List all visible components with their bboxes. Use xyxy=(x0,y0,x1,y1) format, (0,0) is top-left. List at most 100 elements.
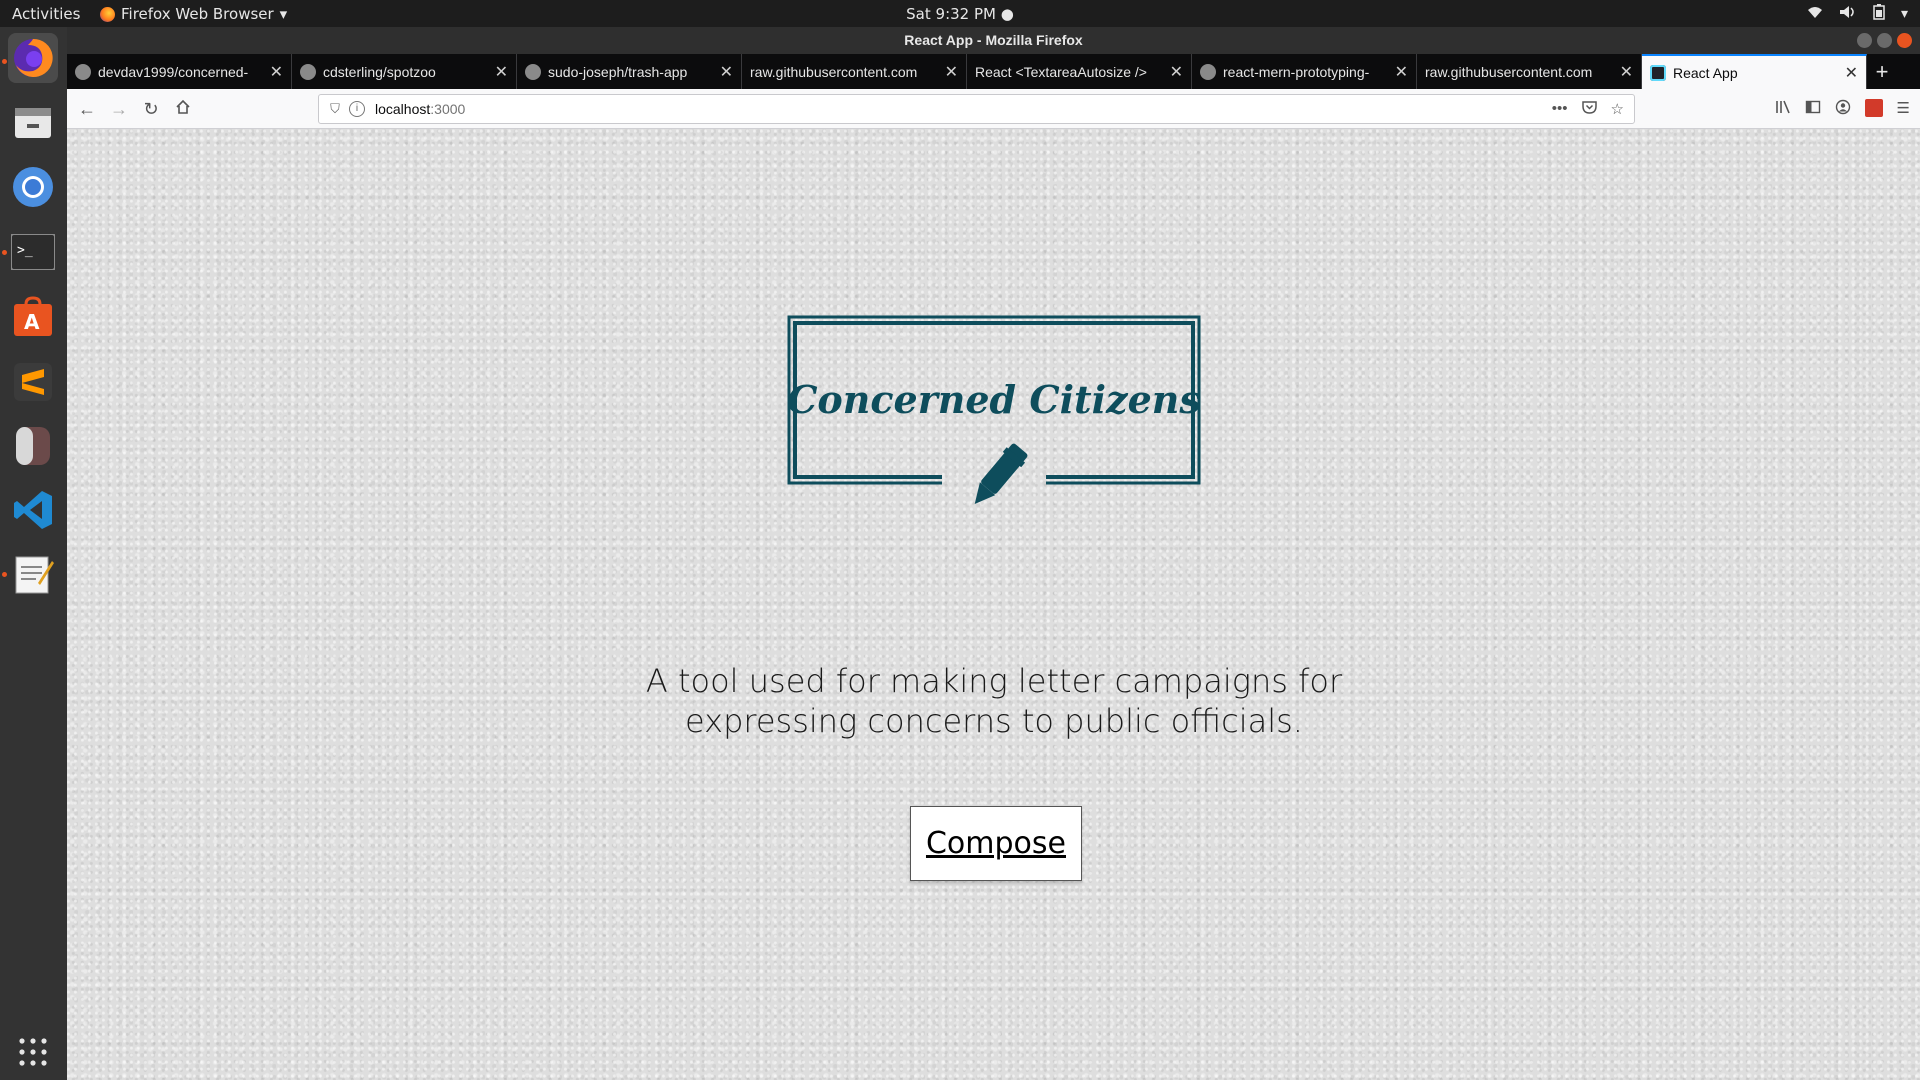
home-icon xyxy=(176,99,190,114)
tab-raw-github-1[interactable]: raw.githubusercontent.com ✕ xyxy=(742,54,967,89)
dock-software-center[interactable]: A xyxy=(8,292,58,342)
gnome-top-bar: Activities Firefox Web Browser ▾ Sat 9:3… xyxy=(0,0,1920,27)
site-info-icon[interactable]: i xyxy=(349,101,365,117)
app-menu-label: Firefox Web Browser xyxy=(121,5,274,23)
tab-trash-app[interactable]: sudo-joseph/trash-app ✕ xyxy=(517,54,742,89)
extension-icon[interactable] xyxy=(1864,99,1883,117)
dock-text-editor[interactable] xyxy=(8,549,58,599)
dock-show-apps[interactable] xyxy=(8,1027,58,1077)
forward-button[interactable]: → xyxy=(107,97,131,121)
github-icon xyxy=(525,63,541,80)
wifi-icon xyxy=(1807,5,1823,23)
tab-devdav1999[interactable]: devdav1999/concerned- ✕ xyxy=(67,54,292,89)
bookmark-star-icon[interactable]: ☆ xyxy=(1611,100,1624,118)
minimize-icon[interactable] xyxy=(1857,33,1872,48)
github-icon xyxy=(300,63,316,80)
dock-sublime-text[interactable] xyxy=(8,357,58,407)
firefox-icon xyxy=(14,38,53,77)
close-window-icon[interactable] xyxy=(1897,33,1912,48)
reload-button[interactable]: ↻ xyxy=(139,97,163,121)
account-icon[interactable] xyxy=(1835,99,1851,119)
github-icon xyxy=(1200,63,1216,80)
tab-raw-github-2[interactable]: raw.githubusercontent.com ✕ xyxy=(1417,54,1642,89)
logo-text: Concerned Citizens xyxy=(787,377,1201,422)
tab-close-icon[interactable]: ✕ xyxy=(495,62,508,82)
react-icon xyxy=(1650,64,1666,81)
url-bar[interactable]: ⛉ i localhost:3000 ••• ☆ xyxy=(318,94,1635,124)
plus-icon: + xyxy=(1875,58,1889,84)
tab-label: cdsterling/spotzoo xyxy=(323,63,436,80)
tab-close-icon[interactable]: ✕ xyxy=(1845,63,1858,83)
library-icon[interactable] xyxy=(1775,99,1791,119)
window-title: React App - Mozilla Firefox xyxy=(904,32,1083,48)
tab-textarea-autosize[interactable]: React <TextareaAutosize /> ✕ xyxy=(967,54,1192,89)
system-menu-caret-icon: ▾ xyxy=(1900,6,1908,22)
tab-close-icon[interactable]: ✕ xyxy=(1395,62,1408,82)
tab-close-icon[interactable]: ✕ xyxy=(945,62,958,82)
svg-text:A: A xyxy=(24,310,40,334)
concerned-citizens-logo: Concerned Citizens xyxy=(787,315,1201,504)
text-editor-icon xyxy=(15,556,54,594)
terminal-icon: >_ xyxy=(11,234,55,270)
tab-label: react-mern-prototyping- xyxy=(1223,63,1370,80)
new-tab-button[interactable]: + xyxy=(1867,54,1897,89)
volume-icon xyxy=(1839,5,1857,23)
pen-icon xyxy=(974,443,1028,504)
tab-react-app[interactable]: React App ✕ xyxy=(1642,54,1867,89)
hamburger-menu-icon[interactable]: ☰ xyxy=(1897,99,1910,119)
app-icon xyxy=(16,427,50,465)
chromium-icon xyxy=(13,167,53,207)
app-menu[interactable]: Firefox Web Browser ▾ xyxy=(100,5,287,23)
activities-button[interactable]: Activities xyxy=(12,5,80,23)
arrow-left-icon: ← xyxy=(78,99,96,119)
back-button[interactable]: ← xyxy=(75,97,99,121)
firefox-window: React App - Mozilla Firefox devdav1999/c… xyxy=(67,27,1920,1080)
tab-close-icon[interactable]: ✕ xyxy=(1170,62,1183,82)
vscode-icon xyxy=(14,491,52,529)
tab-close-icon[interactable]: ✕ xyxy=(270,62,283,82)
url-port: :3000 xyxy=(430,101,466,117)
tab-label: raw.githubusercontent.com xyxy=(750,63,918,80)
sidebar-icon[interactable] xyxy=(1805,99,1821,119)
dock-firefox[interactable] xyxy=(8,33,58,83)
tab-label: raw.githubusercontent.com xyxy=(1425,63,1593,80)
tab-close-icon[interactable]: ✕ xyxy=(720,62,733,82)
page-content: Concerned Citizens A tool used for makin… xyxy=(67,129,1920,1080)
window-titlebar[interactable]: React App - Mozilla Firefox xyxy=(67,27,1920,54)
notification-dot-icon: ● xyxy=(1000,5,1014,23)
tab-strip: devdav1999/concerned- ✕ cdsterling/spotz… xyxy=(67,54,1920,89)
dock-app[interactable] xyxy=(8,421,58,471)
tab-react-mern[interactable]: react-mern-prototyping- ✕ xyxy=(1192,54,1417,89)
url-host: localhost xyxy=(375,101,431,117)
page-actions-icon[interactable]: ••• xyxy=(1552,100,1568,118)
maximize-icon[interactable] xyxy=(1877,33,1892,48)
tab-label: devdav1999/concerned- xyxy=(98,63,249,80)
tracking-shield-icon[interactable]: ⛉ xyxy=(327,101,343,117)
clock[interactable]: Sat 9:32 PM xyxy=(906,5,996,23)
compose-button[interactable]: Compose xyxy=(910,806,1082,881)
tab-close-icon[interactable]: ✕ xyxy=(1620,62,1633,82)
tab-label: React App xyxy=(1673,64,1738,81)
pocket-icon[interactable] xyxy=(1581,100,1597,118)
files-icon xyxy=(15,108,51,138)
tab-spotzoo[interactable]: cdsterling/spotzoo ✕ xyxy=(292,54,517,89)
dock-files[interactable] xyxy=(8,97,58,147)
reload-icon: ↻ xyxy=(143,99,159,119)
svg-text:>_: >_ xyxy=(17,243,33,258)
dock-vscode[interactable] xyxy=(8,485,58,535)
firefox-icon xyxy=(100,6,115,22)
github-icon xyxy=(75,63,91,80)
home-button[interactable] xyxy=(171,97,195,121)
navigation-toolbar: ← → ↻ ⛉ i localhost:3000 ••• ☆ ☰ xyxy=(67,89,1920,129)
tab-label: sudo-joseph/trash-app xyxy=(548,63,688,80)
show-apps-icon xyxy=(19,1038,47,1066)
ubuntu-dock: >_ A xyxy=(0,27,67,1080)
system-tray[interactable]: ▾ xyxy=(1807,4,1908,24)
tab-label: React <TextareaAutosize /> xyxy=(975,63,1147,80)
dock-chromium[interactable] xyxy=(8,162,58,212)
arrow-right-icon: → xyxy=(110,99,128,119)
tagline: A tool used for making letter campaigns … xyxy=(645,662,1343,740)
caret-down-icon: ▾ xyxy=(279,5,288,23)
dock-terminal[interactable]: >_ xyxy=(8,227,58,277)
sublime-text-icon xyxy=(14,363,52,401)
